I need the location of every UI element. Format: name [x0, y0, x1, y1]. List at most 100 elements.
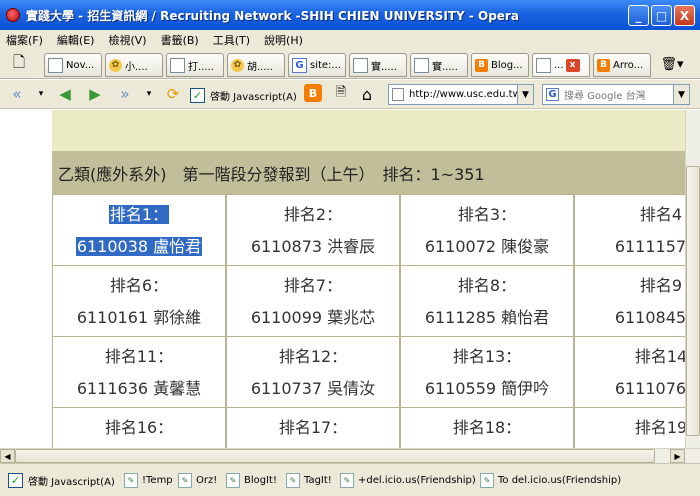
tab-10[interactable]: B Arro... — [593, 53, 651, 77]
rank-label: 排名4 — [639, 205, 683, 224]
opera-logo-icon — [6, 8, 20, 22]
rank-label: 排名8： — [457, 276, 517, 295]
maximize-button[interactable]: □ — [651, 5, 672, 26]
rank-cell: 排名1： 6110038 盧怡君 — [52, 194, 226, 266]
bookmarklet-icon: ✎ — [226, 473, 240, 488]
fast-forward-icon[interactable]: » — [114, 83, 136, 105]
rank-label: 排名19 — [634, 418, 685, 437]
page-margin — [0, 110, 52, 448]
rank-label: 排名1： — [108, 205, 170, 224]
chevron-down-icon[interactable]: ▾ — [138, 83, 160, 105]
rank-label: 排名16： — [104, 418, 174, 437]
tab-8[interactable]: B Blog... — [471, 53, 529, 77]
close-button[interactable]: X — [674, 5, 695, 26]
rank-label: 排名12： — [278, 347, 348, 366]
blogger-icon[interactable]: B — [304, 84, 322, 102]
rank-cell: 排名8： 6111285 賴怡君 — [400, 265, 574, 337]
address-text: http://www.usc.edu.tw/ — [409, 89, 518, 100]
menu-file[interactable]: 檔案(F) — [6, 32, 43, 48]
address-input[interactable]: http://www.usc.edu.tw/ — [388, 84, 518, 105]
rank-cell: 排名18： — [400, 407, 574, 448]
tab-label: Nov... — [66, 59, 95, 71]
home-icon[interactable]: ⌂ — [356, 83, 378, 105]
page-action-icon[interactable]: 🗎 — [330, 83, 352, 105]
tab-7[interactable]: 實..... — [410, 53, 468, 77]
trash-icon[interactable]: 🗑▾ — [658, 55, 686, 73]
bookmark-orz[interactable]: ✎ Orz! — [178, 473, 217, 488]
bookmark-to-delicious[interactable]: ✎ To del.icio.us(Friendship) — [480, 473, 621, 488]
menu-bookmarks[interactable]: 書籤(B) — [161, 32, 199, 48]
bookmark-label: TagIt! — [304, 475, 332, 486]
javascript-checkbox[interactable]: ✓ — [190, 88, 205, 103]
vertical-scroll-thumb[interactable] — [686, 166, 700, 436]
window-title: 實踐大學 - 招生資訊網 / Recruiting Network -SHIH … — [26, 9, 519, 23]
student-name: 6110161 郭徐維 — [76, 308, 202, 327]
javascript-checkbox[interactable]: ✓ — [8, 473, 23, 488]
scroll-right-icon[interactable]: ▶ — [670, 449, 685, 463]
gear-icon: ✿ — [231, 58, 244, 72]
menu-tools[interactable]: 工具(T) — [213, 32, 250, 48]
bookmark-label: +del.icio.us(Friendship) — [358, 475, 476, 486]
minimize-button[interactable]: _ — [628, 5, 649, 26]
menu-edit[interactable]: 編輯(E) — [57, 32, 95, 48]
back-icon[interactable]: ◀ — [54, 83, 76, 105]
chevron-down-icon[interactable]: ▾ — [30, 83, 52, 105]
bookmark-add-delicious[interactable]: ✎ +del.icio.us(Friendship) — [340, 473, 476, 488]
bookmarklet-icon: ✎ — [480, 473, 494, 488]
tab-label: 胡..... — [247, 61, 273, 73]
rank-label: 排名6： — [109, 276, 169, 295]
tab-2[interactable]: ✿ 小.... — [105, 53, 163, 77]
search-placeholder: 搜尋 Google 台灣 — [564, 91, 646, 102]
page-icon — [353, 57, 368, 73]
rank-cell: 排名13： 6110559 簡伊吟 — [400, 336, 574, 408]
tab-label: 小.... — [125, 61, 148, 73]
page-icon — [414, 57, 429, 73]
tab-label: site:... — [310, 59, 341, 71]
rank-label: 排名18： — [452, 418, 522, 437]
tab-4[interactable]: ✿ 胡..... — [227, 53, 285, 77]
horizontal-scroll-thumb[interactable] — [15, 449, 655, 463]
page-icon — [170, 57, 185, 73]
student-name: 6111285 賴怡君 — [424, 308, 550, 327]
search-dropdown[interactable]: ▼ — [674, 84, 690, 105]
rank-cell: 排名3： 6110072 陳俊豪 — [400, 194, 574, 266]
bookmarklet-icon: ✎ — [178, 473, 192, 488]
menu-view[interactable]: 檢視(V) — [108, 32, 146, 48]
student-name: 6110873 洪睿辰 — [250, 237, 376, 256]
bookmark-toolbar: ✓ 啓動 Javascript(A) ✎ !Temp ✎ Orz! ✎ BlogIt!… — [0, 463, 700, 496]
rank-label: 排名7： — [283, 276, 343, 295]
tab-label: 實..... — [371, 61, 397, 73]
search-input[interactable]: G 搜尋 Google 台灣 — [542, 84, 674, 105]
rank-cell: 排名16： — [52, 407, 226, 448]
reload-icon[interactable]: ⟳ — [162, 83, 184, 105]
tab-3[interactable]: 打..... — [166, 53, 224, 77]
scroll-left-icon[interactable]: ◀ — [0, 449, 15, 463]
student-name: 6110099 葉兆芯 — [250, 308, 376, 327]
student-name: 6110072 陳俊豪 — [424, 237, 550, 256]
blogger-icon: B — [597, 58, 610, 72]
bookmarklet-icon: ✎ — [124, 473, 138, 488]
page-heading: 乙類(應外系外) 第一階段分發報到（上午） 排名：1~351 — [58, 165, 485, 184]
tab-5[interactable]: Gsite:... — [288, 53, 346, 77]
tab-1[interactable]: Nov... — [44, 53, 102, 77]
page-content: 乙類(應外系外) 第一階段分發報到（上午） 排名：1~351 排名1： 6110… — [0, 110, 685, 448]
bookmark-temp[interactable]: ✎ !Temp — [124, 473, 173, 488]
rank-label: 排名3： — [457, 205, 517, 224]
student-name: 6110737 吳倩汝 — [250, 379, 376, 398]
tab-label: ... — [554, 59, 564, 71]
bookmark-blogit[interactable]: ✎ BlogIt! — [226, 473, 277, 488]
address-dropdown[interactable]: ▼ — [518, 84, 534, 105]
tab-6[interactable]: 實..... — [349, 53, 407, 77]
close-tab-icon[interactable]: x — [565, 58, 580, 72]
forward-icon[interactable]: ▶ — [84, 83, 106, 105]
rewind-icon[interactable]: « — [6, 83, 28, 105]
google-icon: G — [546, 88, 559, 101]
new-tab-icon[interactable]: 🗋 — [8, 53, 30, 74]
tab-label: 實..... — [432, 61, 458, 73]
menu-help[interactable]: 說明(H) — [264, 32, 303, 48]
bookmark-tagit[interactable]: ✎ TagIt! — [286, 473, 332, 488]
javascript-label: 啓動 Javascript(A) — [210, 92, 297, 103]
student-name: 6110038 盧怡君 — [75, 237, 203, 256]
tab-9-active[interactable]: ... x — [532, 53, 590, 77]
tab-label: 打..... — [188, 61, 214, 73]
